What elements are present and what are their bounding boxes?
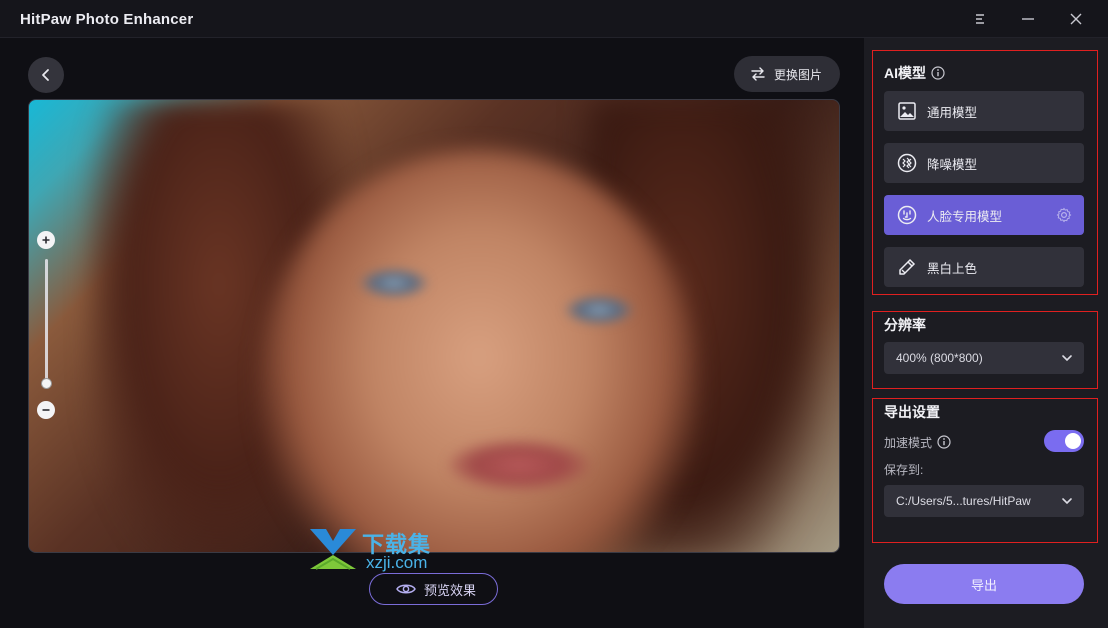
- menu-icon[interactable]: [966, 6, 994, 32]
- preview-area: 更换图片 下载集 xzji.com 预览效果: [0, 38, 864, 628]
- ai-model-section: AI模型 通用模型 降噪模型 人脸专用模型 黑白上色: [872, 50, 1098, 295]
- model-face[interactable]: 人脸专用模型: [884, 195, 1084, 235]
- colorize-icon: [899, 258, 916, 275]
- image-icon: [898, 102, 916, 120]
- eye-icon: [396, 584, 416, 594]
- model-general[interactable]: 通用模型: [884, 91, 1084, 131]
- resolution-value: 400% (800*800): [896, 351, 983, 365]
- model-colorize[interactable]: 黑白上色: [884, 247, 1084, 287]
- model-colorize-label: 黑白上色: [927, 261, 978, 276]
- model-face-label: 人脸专用模型: [927, 209, 1003, 224]
- chevron-down-icon: [1062, 498, 1072, 505]
- save-to-label: 保存到:: [884, 463, 924, 477]
- minimize-icon[interactable]: [1014, 6, 1042, 32]
- chevron-left-icon: [42, 69, 49, 81]
- face-icon: [897, 205, 917, 225]
- accel-mode-toggle[interactable]: [1044, 430, 1084, 452]
- app-title: HitPaw Photo Enhancer: [20, 11, 194, 28]
- close-icon[interactable]: [1062, 6, 1090, 32]
- replace-image-button[interactable]: 更换图片: [734, 56, 840, 92]
- chevron-down-icon: [1062, 355, 1072, 362]
- watermark-logo: 下载集 xzji.com: [306, 525, 456, 575]
- zoom-out-icon[interactable]: [37, 401, 55, 419]
- zoom-slider[interactable]: [37, 231, 57, 419]
- photo-preview[interactable]: [28, 99, 840, 553]
- preview-effect-button[interactable]: 预览效果: [369, 573, 498, 605]
- accel-mode-label: 加速模式: [884, 434, 951, 451]
- swap-icon: [751, 67, 765, 81]
- resolution-select[interactable]: 400% (800*800): [884, 342, 1084, 374]
- back-button[interactable]: [28, 57, 64, 93]
- model-denoise[interactable]: 降噪模型: [884, 143, 1084, 183]
- ai-model-title: AI模型: [884, 63, 945, 83]
- zoom-thumb[interactable]: [41, 377, 52, 389]
- export-button[interactable]: 导出: [884, 564, 1084, 604]
- model-denoise-label: 降噪模型: [927, 157, 978, 172]
- info-icon[interactable]: [937, 435, 951, 449]
- export-settings-section: 导出设置 加速模式 保存到: C:/Users/5...tures/HitPaw: [872, 398, 1098, 543]
- zoom-in-icon[interactable]: [37, 231, 55, 249]
- gear-icon[interactable]: [1056, 207, 1072, 223]
- replace-image-label: 更换图片: [774, 67, 823, 82]
- settings-panel: AI模型 通用模型 降噪模型 人脸专用模型 黑白上色 分辨率 400% (800…: [864, 38, 1108, 628]
- export-settings-title: 导出设置: [884, 404, 940, 420]
- app-window: HitPaw Photo Enhancer 更换图片 下载集 xzji.com …: [0, 0, 1108, 628]
- watermark-en: xzji.com: [366, 553, 428, 572]
- save-path-select[interactable]: C:/Users/5...tures/HitPaw: [884, 485, 1084, 517]
- export-label: 导出: [970, 577, 997, 593]
- denoise-icon: [897, 153, 917, 173]
- preview-effect-label: 预览效果: [424, 582, 477, 598]
- info-icon[interactable]: [931, 66, 945, 80]
- save-path-value: C:/Users/5...tures/HitPaw: [896, 494, 1031, 508]
- resolution-title: 分辨率: [884, 317, 926, 333]
- title-bar: HitPaw Photo Enhancer: [0, 0, 1108, 38]
- resolution-section: 分辨率 400% (800*800): [872, 311, 1098, 389]
- model-general-label: 通用模型: [927, 105, 978, 120]
- zoom-track[interactable]: [45, 259, 48, 389]
